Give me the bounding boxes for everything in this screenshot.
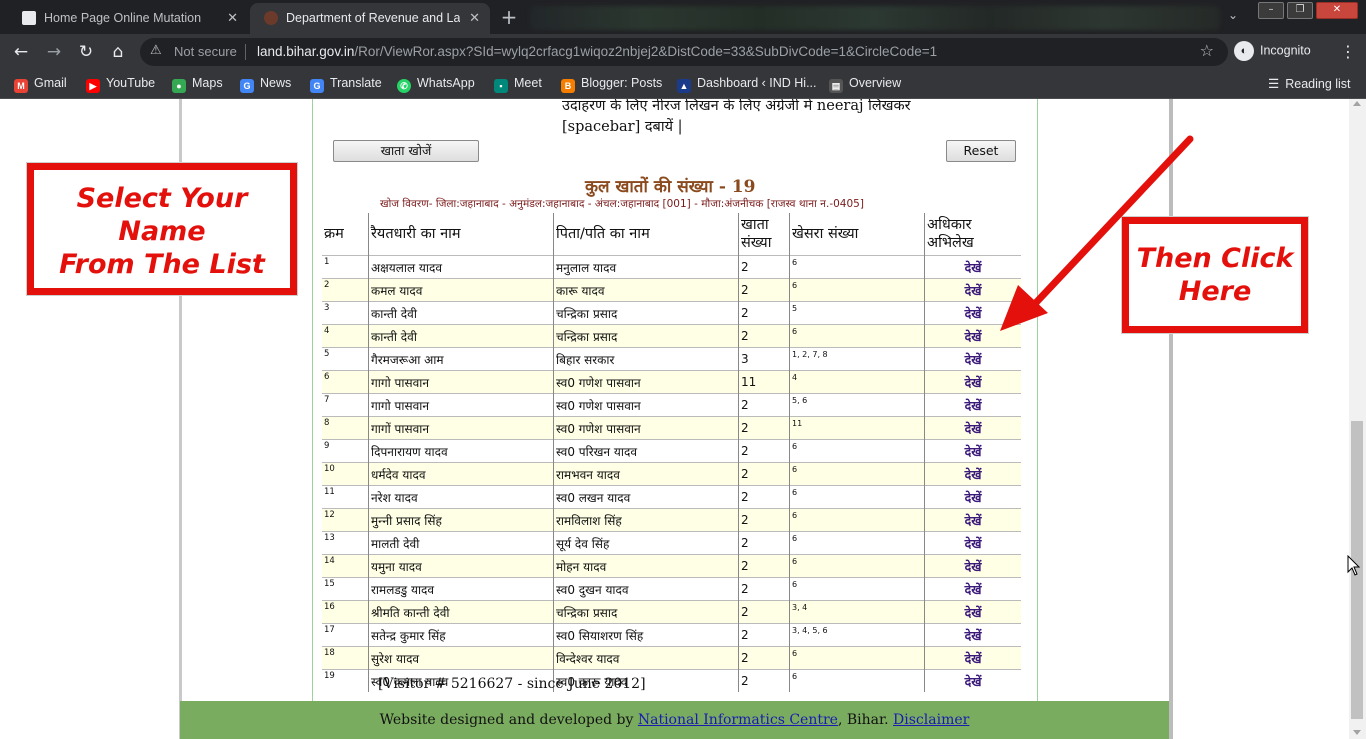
bookmark-whatsapp[interactable]: ✆ WhatsApp — [397, 76, 475, 93]
new-tab-button[interactable]: + — [498, 7, 520, 29]
window-controls: – ❐ ✕ — [1255, 0, 1358, 20]
bookmark-label: Translate — [330, 76, 382, 90]
url-text[interactable]: land.bihar.gov.in/Ror/ViewRor.aspx?SId=w… — [257, 44, 937, 59]
bookmark-label: Meet — [514, 76, 542, 90]
tab-title: Home Page Online Mutation — [44, 11, 202, 25]
mouse-cursor-icon — [1347, 555, 1361, 576]
restore-button[interactable]: ❐ — [1287, 2, 1313, 19]
profile-button[interactable]: ◐ Incognito — [1234, 41, 1311, 63]
profile-label: Incognito — [1260, 43, 1311, 58]
incognito-icon: ◐ — [1234, 41, 1254, 61]
scroll-up-icon[interactable] — [1353, 101, 1361, 106]
reading-list-icon: ☰ — [1268, 77, 1280, 91]
bookmark-label: Dashboard ‹ IND Hi... — [697, 76, 817, 90]
tab-strip: Home Page Online Mutation ✕ Department o… — [0, 0, 1366, 34]
bookmark-label: YouTube — [106, 76, 156, 90]
tab-department-revenue[interactable]: Department of Revenue and Lan ✕ — [250, 3, 490, 34]
emblem-icon — [264, 11, 278, 25]
close-icon[interactable]: ✕ — [469, 3, 480, 34]
back-arrow-icon[interactable]: ← — [9, 40, 33, 64]
meet-icon: ▪ — [494, 79, 508, 93]
warning-icon: ⚠ — [150, 43, 162, 58]
kebab-menu-icon[interactable]: ⋮ — [1340, 42, 1356, 61]
home-icon[interactable]: ⌂ — [106, 40, 130, 64]
forward-arrow-icon[interactable]: → — [42, 40, 66, 64]
bookmarks-bar: M Gmail ▶ YouTube ● Maps G News G Translate ✆… — [0, 70, 1366, 99]
blogger-icon: B — [561, 79, 575, 93]
page-viewport: उदाहरण के लिए नीरज लिखन के लिए अंग्रेजी … — [0, 99, 1349, 739]
dashboard-icon: ▲ — [677, 79, 691, 93]
news-icon: G — [240, 79, 254, 93]
bookmark-news[interactable]: G News — [240, 76, 291, 93]
translate-icon: G — [310, 79, 324, 93]
reload-icon[interactable]: ↻ — [74, 40, 98, 64]
bookmark-dashboard[interactable]: ▲ Dashboard ‹ IND Hi... — [677, 76, 816, 93]
bookmark-overview[interactable]: ▤ Overview — [829, 76, 901, 93]
youtube-icon: ▶ — [86, 79, 100, 93]
minimize-button[interactable]: – — [1258, 2, 1284, 19]
bookmark-label: Maps — [192, 76, 223, 90]
gmail-icon: M — [14, 79, 28, 93]
arrow-head-icon — [1000, 285, 1048, 331]
star-icon[interactable]: ☆ — [1200, 41, 1214, 60]
whatsapp-icon: ✆ — [397, 79, 411, 93]
close-window-button[interactable]: ✕ — [1316, 2, 1358, 19]
bookmark-translate[interactable]: G Translate — [310, 76, 382, 93]
bookmark-label: WhatsApp — [417, 76, 475, 90]
bookmark-youtube[interactable]: ▶ YouTube — [86, 76, 155, 93]
bookmark-gmail[interactable]: M Gmail — [14, 76, 67, 93]
bookmark-maps[interactable]: ● Maps — [172, 76, 223, 93]
overview-icon: ▤ — [829, 79, 843, 93]
tab-title: Department of Revenue and Lan — [286, 11, 460, 25]
bookmark-label: Overview — [849, 76, 902, 90]
reading-list-button[interactable]: ☰ Reading list — [1268, 76, 1351, 91]
security-label: Not secure — [174, 44, 237, 59]
vertical-scrollbar[interactable] — [1349, 99, 1366, 739]
arrow-shaft — [1026, 135, 1194, 313]
divider — [245, 44, 246, 60]
bookmark-label: Gmail — [34, 76, 67, 90]
maps-pin-icon: ● — [172, 79, 186, 93]
bookmark-blogger[interactable]: B Blogger: Posts — [561, 76, 662, 93]
bookmark-meet[interactable]: ▪ Meet — [494, 76, 542, 93]
document-icon — [22, 11, 36, 25]
url-domain: land.bihar.gov.in — [257, 44, 355, 59]
scroll-down-icon[interactable] — [1353, 730, 1361, 735]
reading-list-label: Reading list — [1285, 77, 1351, 91]
bookmark-label: Blogger: Posts — [581, 76, 663, 90]
arrow-annotation — [1000, 135, 1194, 331]
chevron-down-icon[interactable]: ⌄ — [1228, 8, 1238, 22]
url-path: /Ror/ViewRor.aspx?SId=wylq2crfacg1wiqoz2… — [354, 44, 938, 59]
close-icon[interactable]: ✕ — [227, 3, 238, 34]
browser-toolbar: ← → ↻ ⌂ ⚠ Not secure land.bihar.gov.in/R… — [0, 34, 1366, 70]
tab-home-page[interactable]: Home Page Online Mutation ✕ — [8, 3, 248, 34]
blurred-region — [530, 6, 1220, 30]
address-bar[interactable]: ⚠ Not secure land.bihar.gov.in/Ror/ViewR… — [140, 38, 1228, 66]
bookmark-label: News — [260, 76, 292, 90]
